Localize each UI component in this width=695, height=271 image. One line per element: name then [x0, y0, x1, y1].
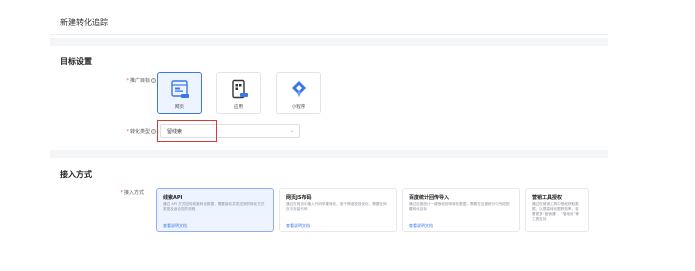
conversion-type-label-text: 转化类型 — [129, 129, 150, 135]
asset-type-app[interactable]: 应用 — [216, 72, 261, 114]
doc-link[interactable]: 查看说明文档 — [286, 223, 310, 229]
asset-label: *推广目标? — [106, 77, 156, 84]
access-method-baidu-tongji[interactable]: 百度统计回传导入 通过百度统计一键授权回传转化数据，需要在百度统计中完成配置转化… — [402, 188, 520, 232]
access-method-marketing-tool[interactable]: 营销工具授权 通过在营销工具中授权获取数据，以提高转化跟踪效率，查看更多“营销通… — [525, 188, 589, 232]
required-mark: * — [126, 78, 129, 84]
help-icon[interactable]: ? — [151, 78, 156, 83]
webpage-icon — [171, 80, 189, 98]
header-divider — [50, 34, 608, 35]
access-method-title: 百度统计回传导入 — [409, 195, 450, 201]
section-divider — [50, 150, 608, 158]
access-method-web-js[interactable]: 网页JS布码 通过在网页中植入代码采集转化，用于精准投放优化，需要在网页中安装代… — [279, 188, 397, 232]
access-method-title: 营销工具授权 — [532, 195, 563, 201]
doc-link[interactable]: 查看说明文档 — [409, 223, 433, 229]
access-method-label-text: 接入方式 — [123, 190, 144, 196]
asset-label-text: 推广目标 — [129, 78, 150, 84]
access-method-lead-api[interactable]: 线索API 通过 API 方式回传线索转化数据，需要接收并发送到的转化方式类型及… — [156, 188, 274, 232]
help-icon[interactable]: ? — [151, 129, 156, 134]
access-method-label: *接入方式 — [94, 189, 144, 196]
mini-program-icon — [292, 81, 306, 97]
access-method-desc: 通过百度统计一键授权回传转化数据，需要在百度统计中完成配置转化目标 — [409, 202, 510, 211]
required-mark: * — [120, 190, 123, 196]
asset-type-label: 网页 — [175, 105, 184, 110]
access-method-desc: 通过在网页中植入代码采集转化，用于精准投放优化，需要在网页中安装代码 — [286, 202, 387, 211]
app-icon — [232, 79, 248, 99]
page-title: 新建转化追踪 — [60, 18, 108, 27]
asset-type-label: 小程序 — [291, 105, 306, 110]
asset-type-mini-program[interactable]: 小程序 — [276, 72, 321, 114]
conversion-type-label: *转化类型? — [106, 128, 156, 135]
chevron-down-icon: ⌄ — [289, 128, 294, 134]
highlight-box — [157, 120, 217, 142]
asset-type-webpage[interactable]: 网页 — [157, 72, 202, 114]
target-section-title: 目标设置 — [60, 57, 92, 66]
conversion-tracking-page: 新建转化追踪 目标设置 *推广目标? 网页 应用 小程序 *转化类型 ? 留线索… — [50, 0, 608, 271]
access-method-title: 网页JS布码 — [286, 195, 312, 201]
section-divider — [50, 38, 608, 46]
access-section-title: 接入方式 — [60, 170, 92, 179]
access-method-title: 线索API — [163, 195, 183, 201]
asset-type-label: 应用 — [234, 105, 243, 110]
required-mark: * — [126, 129, 129, 135]
access-method-desc: 通过 API 方式回传线索转化数据，需要接收并发送到的转化方式类型及适合您的流程 — [163, 202, 265, 211]
doc-link[interactable]: 查看说明文档 — [163, 223, 187, 229]
access-method-desc: 通过在营销工具中授权获取数据，以提高转化跟踪效率，查看更多“营销通”、“落地页”… — [532, 202, 579, 221]
